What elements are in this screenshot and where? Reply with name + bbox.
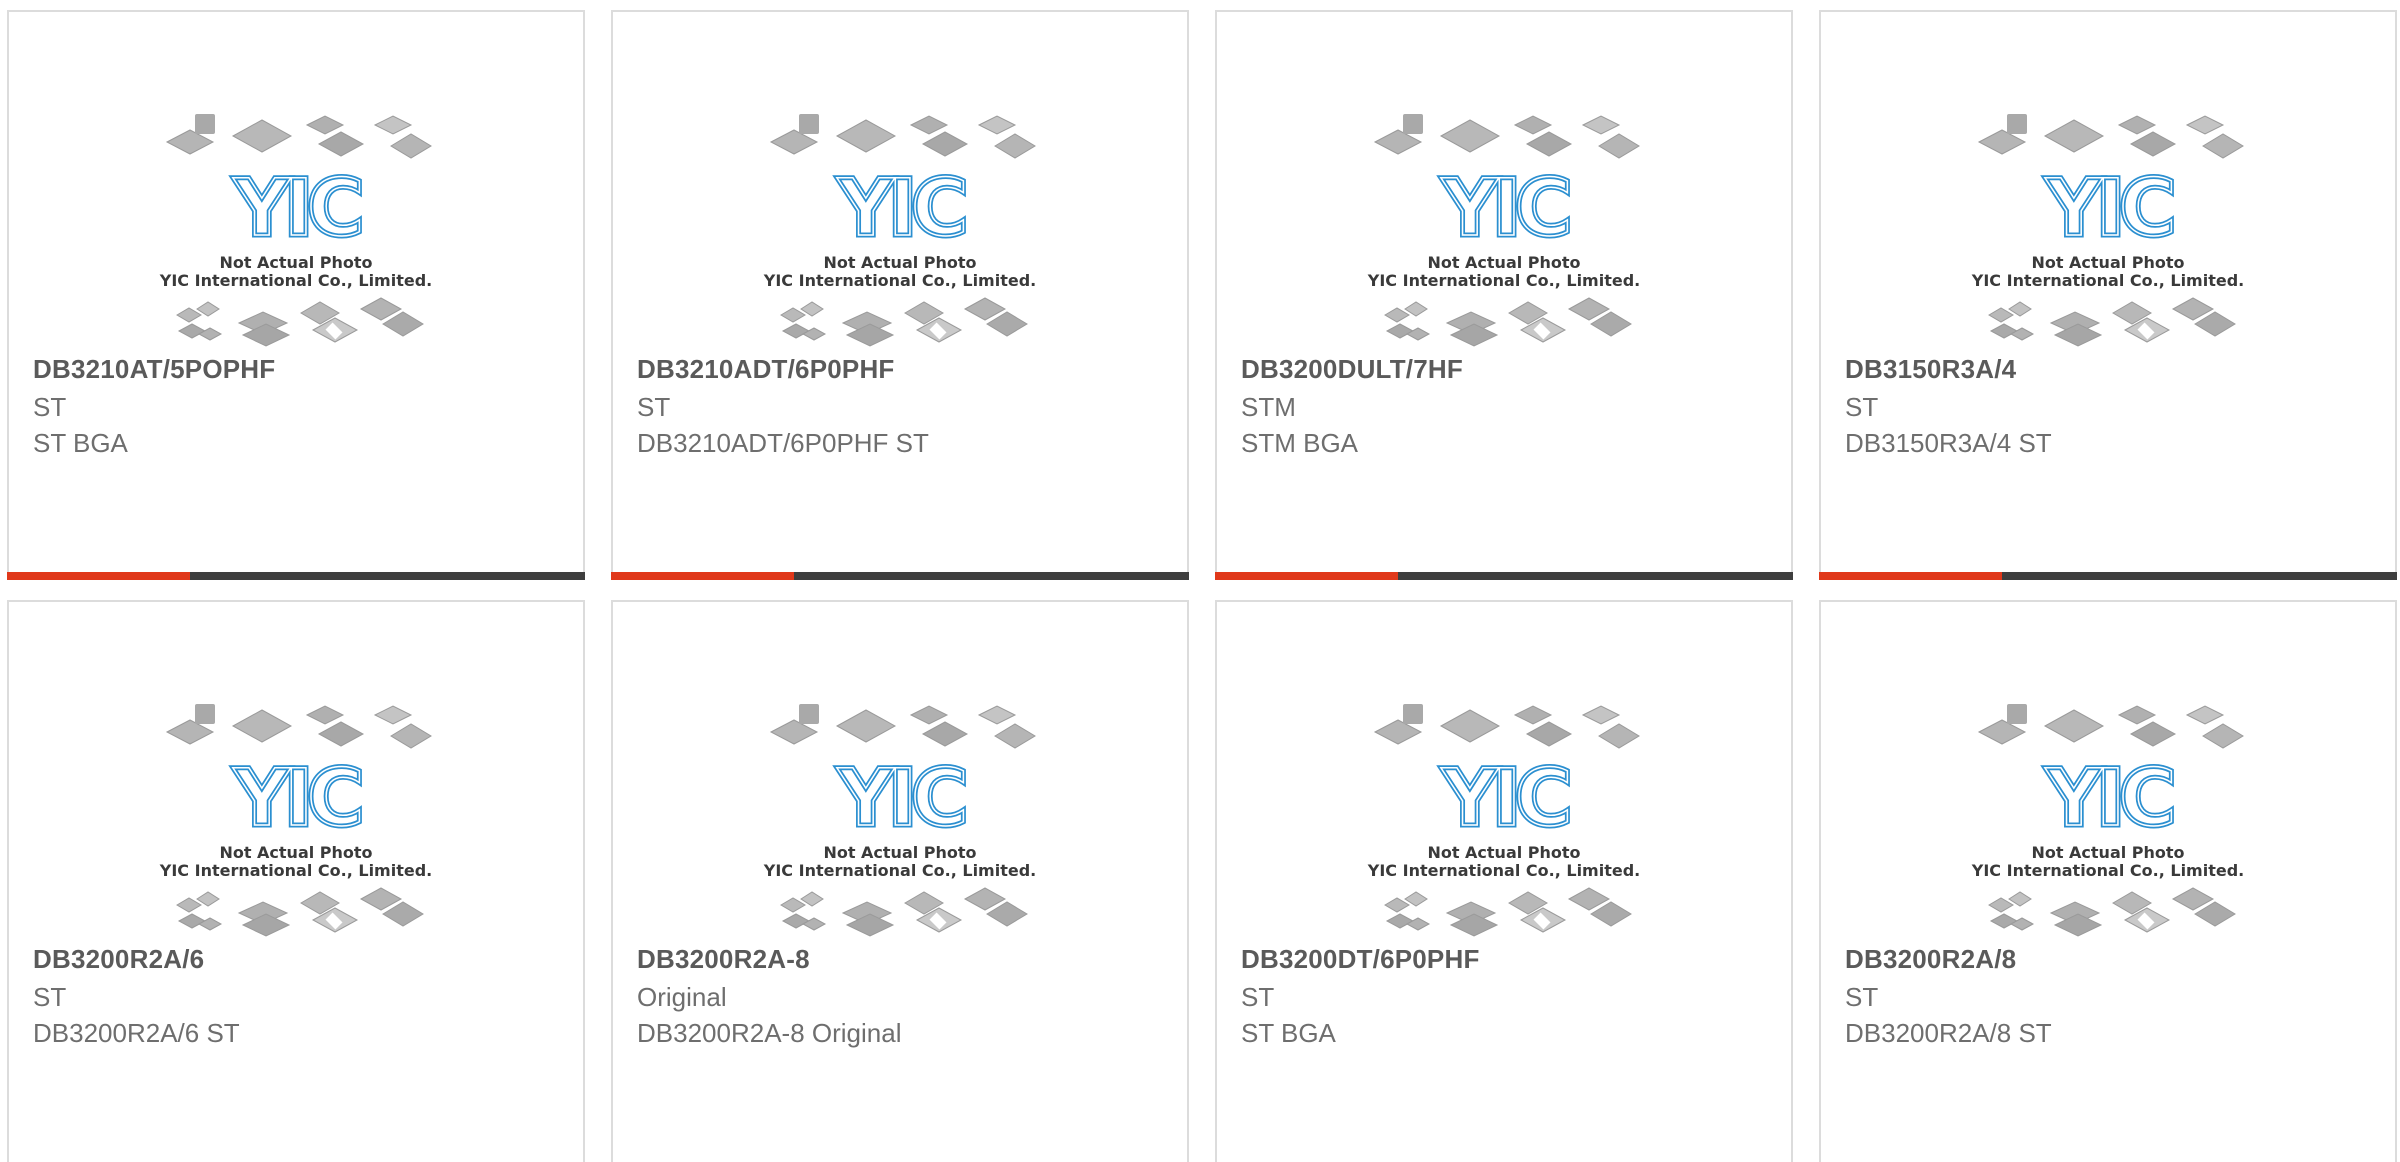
manufacturer: Original (637, 982, 727, 1012)
svg-text:YIC: YIC (837, 164, 965, 254)
manufacturer: ST (1241, 982, 1275, 1012)
chip-illustration-bottom (780, 297, 1028, 347)
not-actual-photo-caption: Not Actual Photo (219, 253, 372, 272)
company-caption: YIC International Co., Limited. (1367, 271, 1640, 290)
chip-illustration-top (769, 114, 1036, 159)
description: DB3200R2A/6 ST (33, 1018, 240, 1048)
card-bottom-bar (1215, 572, 1793, 580)
chip-illustration-top (165, 704, 432, 749)
svg-text:YIC: YIC (837, 754, 965, 844)
svg-text:YIC: YIC (1441, 164, 1569, 254)
product-card[interactable]: YIC YIC Not Actual Photo YIC International … (7, 10, 585, 580)
not-actual-photo-caption: Not Actual Photo (823, 253, 976, 272)
description: DB3200R2A/8 ST (1845, 1018, 2052, 1048)
chip-illustration-bottom (1988, 887, 2236, 937)
svg-text:YIC: YIC (1441, 754, 1569, 844)
product-grid: YIC YIC Not Actual Photo YIC International … (0, 0, 2400, 1162)
product-image[interactable]: YIC YIC Not Actual Photo YIC International … (1821, 680, 2395, 942)
part-number-link[interactable]: DB3200R2A/8 (1845, 944, 2016, 975)
company-caption: YIC International Co., Limited. (763, 861, 1036, 880)
chip-illustration-bottom (1384, 887, 1632, 937)
description: DB3150R3A/4 ST (1845, 428, 2052, 458)
svg-text:YIC: YIC (2045, 164, 2173, 254)
product-image[interactable]: YIC YIC Not Actual Photo YIC International … (1217, 90, 1791, 352)
chip-illustration-top (1373, 114, 1640, 159)
product-card[interactable]: YIC YIC Not Actual Photo YIC International … (1215, 600, 1793, 1162)
part-number-link[interactable]: DB3150R3A/4 (1845, 354, 2016, 385)
company-caption: YIC International Co., Limited. (159, 861, 432, 880)
product-image[interactable]: YIC YIC Not Actual Photo YIC International … (1821, 90, 2395, 352)
company-caption: YIC International Co., Limited. (1971, 271, 2244, 290)
manufacturer: ST (33, 392, 67, 422)
description: ST BGA (1241, 1018, 1336, 1048)
manufacturer: ST (1845, 392, 1879, 422)
card-accent-bar (1819, 572, 2002, 580)
chip-illustration-top (1977, 704, 2244, 749)
company-caption: YIC International Co., Limited. (763, 271, 1036, 290)
chip-illustration-top (1977, 114, 2244, 159)
chip-illustration-top (165, 114, 432, 159)
manufacturer: ST (637, 392, 671, 422)
part-number-link[interactable]: DB3200R2A/6 (33, 944, 204, 975)
product-image[interactable]: YIC YIC Not Actual Photo YIC International … (613, 680, 1187, 942)
manufacturer: ST (1845, 982, 1879, 1012)
part-number-link[interactable]: DB3210ADT/6P0PHF (637, 354, 895, 385)
product-card[interactable]: YIC YIC Not Actual Photo YIC International … (611, 600, 1189, 1162)
chip-illustration-bottom (176, 887, 424, 937)
chip-illustration-top (1373, 704, 1640, 749)
card-bottom-bar (611, 572, 1189, 580)
chip-illustration-bottom (176, 297, 424, 347)
not-actual-photo-caption: Not Actual Photo (823, 843, 976, 862)
card-accent-bar (611, 572, 794, 580)
product-image[interactable]: YIC YIC Not Actual Photo YIC International … (9, 90, 583, 352)
product-card[interactable]: YIC YIC Not Actual Photo YIC International … (1215, 10, 1793, 580)
not-actual-photo-caption: Not Actual Photo (2031, 843, 2184, 862)
chip-illustration-bottom (1384, 297, 1632, 347)
product-image[interactable]: YIC YIC Not Actual Photo YIC International … (1217, 680, 1791, 942)
company-caption: YIC International Co., Limited. (1367, 861, 1640, 880)
product-card[interactable]: YIC YIC Not Actual Photo YIC International … (7, 600, 585, 1162)
svg-text:YIC: YIC (2045, 754, 2173, 844)
part-number-link[interactable]: DB3200DT/6P0PHF (1241, 944, 1480, 975)
chip-illustration-bottom (780, 887, 1028, 937)
company-caption: YIC International Co., Limited. (1971, 861, 2244, 880)
product-image[interactable]: YIC YIC Not Actual Photo YIC International … (9, 680, 583, 942)
product-card[interactable]: YIC YIC Not Actual Photo YIC International … (1819, 600, 2397, 1162)
company-caption: YIC International Co., Limited. (159, 271, 432, 290)
description: STM BGA (1241, 428, 1359, 458)
not-actual-photo-caption: Not Actual Photo (2031, 253, 2184, 272)
part-number-link[interactable]: DB3200R2A-8 (637, 944, 810, 975)
description: DB3210ADT/6P0PHF ST (637, 428, 929, 458)
not-actual-photo-caption: Not Actual Photo (219, 843, 372, 862)
description: DB3200R2A-8 Original (637, 1018, 902, 1048)
card-accent-bar (1215, 572, 1398, 580)
not-actual-photo-caption: Not Actual Photo (1427, 843, 1580, 862)
card-bottom-bar (7, 572, 585, 580)
product-image[interactable]: YIC YIC Not Actual Photo YIC International … (613, 90, 1187, 352)
description: ST BGA (33, 428, 128, 458)
card-accent-bar (7, 572, 190, 580)
svg-text:YIC: YIC (233, 754, 361, 844)
chip-illustration-bottom (1988, 297, 2236, 347)
part-number-link[interactable]: DB3200DULT/7HF (1241, 354, 1463, 385)
svg-text:YIC: YIC (233, 164, 361, 254)
card-bottom-bar (1819, 572, 2397, 580)
chip-illustration-top (769, 704, 1036, 749)
part-number-link[interactable]: DB3210AT/5POPHF (33, 354, 275, 385)
not-actual-photo-caption: Not Actual Photo (1427, 253, 1580, 272)
product-card[interactable]: YIC YIC Not Actual Photo YIC International … (611, 10, 1189, 580)
manufacturer: STM (1241, 392, 1296, 422)
manufacturer: ST (33, 982, 67, 1012)
product-card[interactable]: YIC YIC Not Actual Photo YIC International … (1819, 10, 2397, 580)
